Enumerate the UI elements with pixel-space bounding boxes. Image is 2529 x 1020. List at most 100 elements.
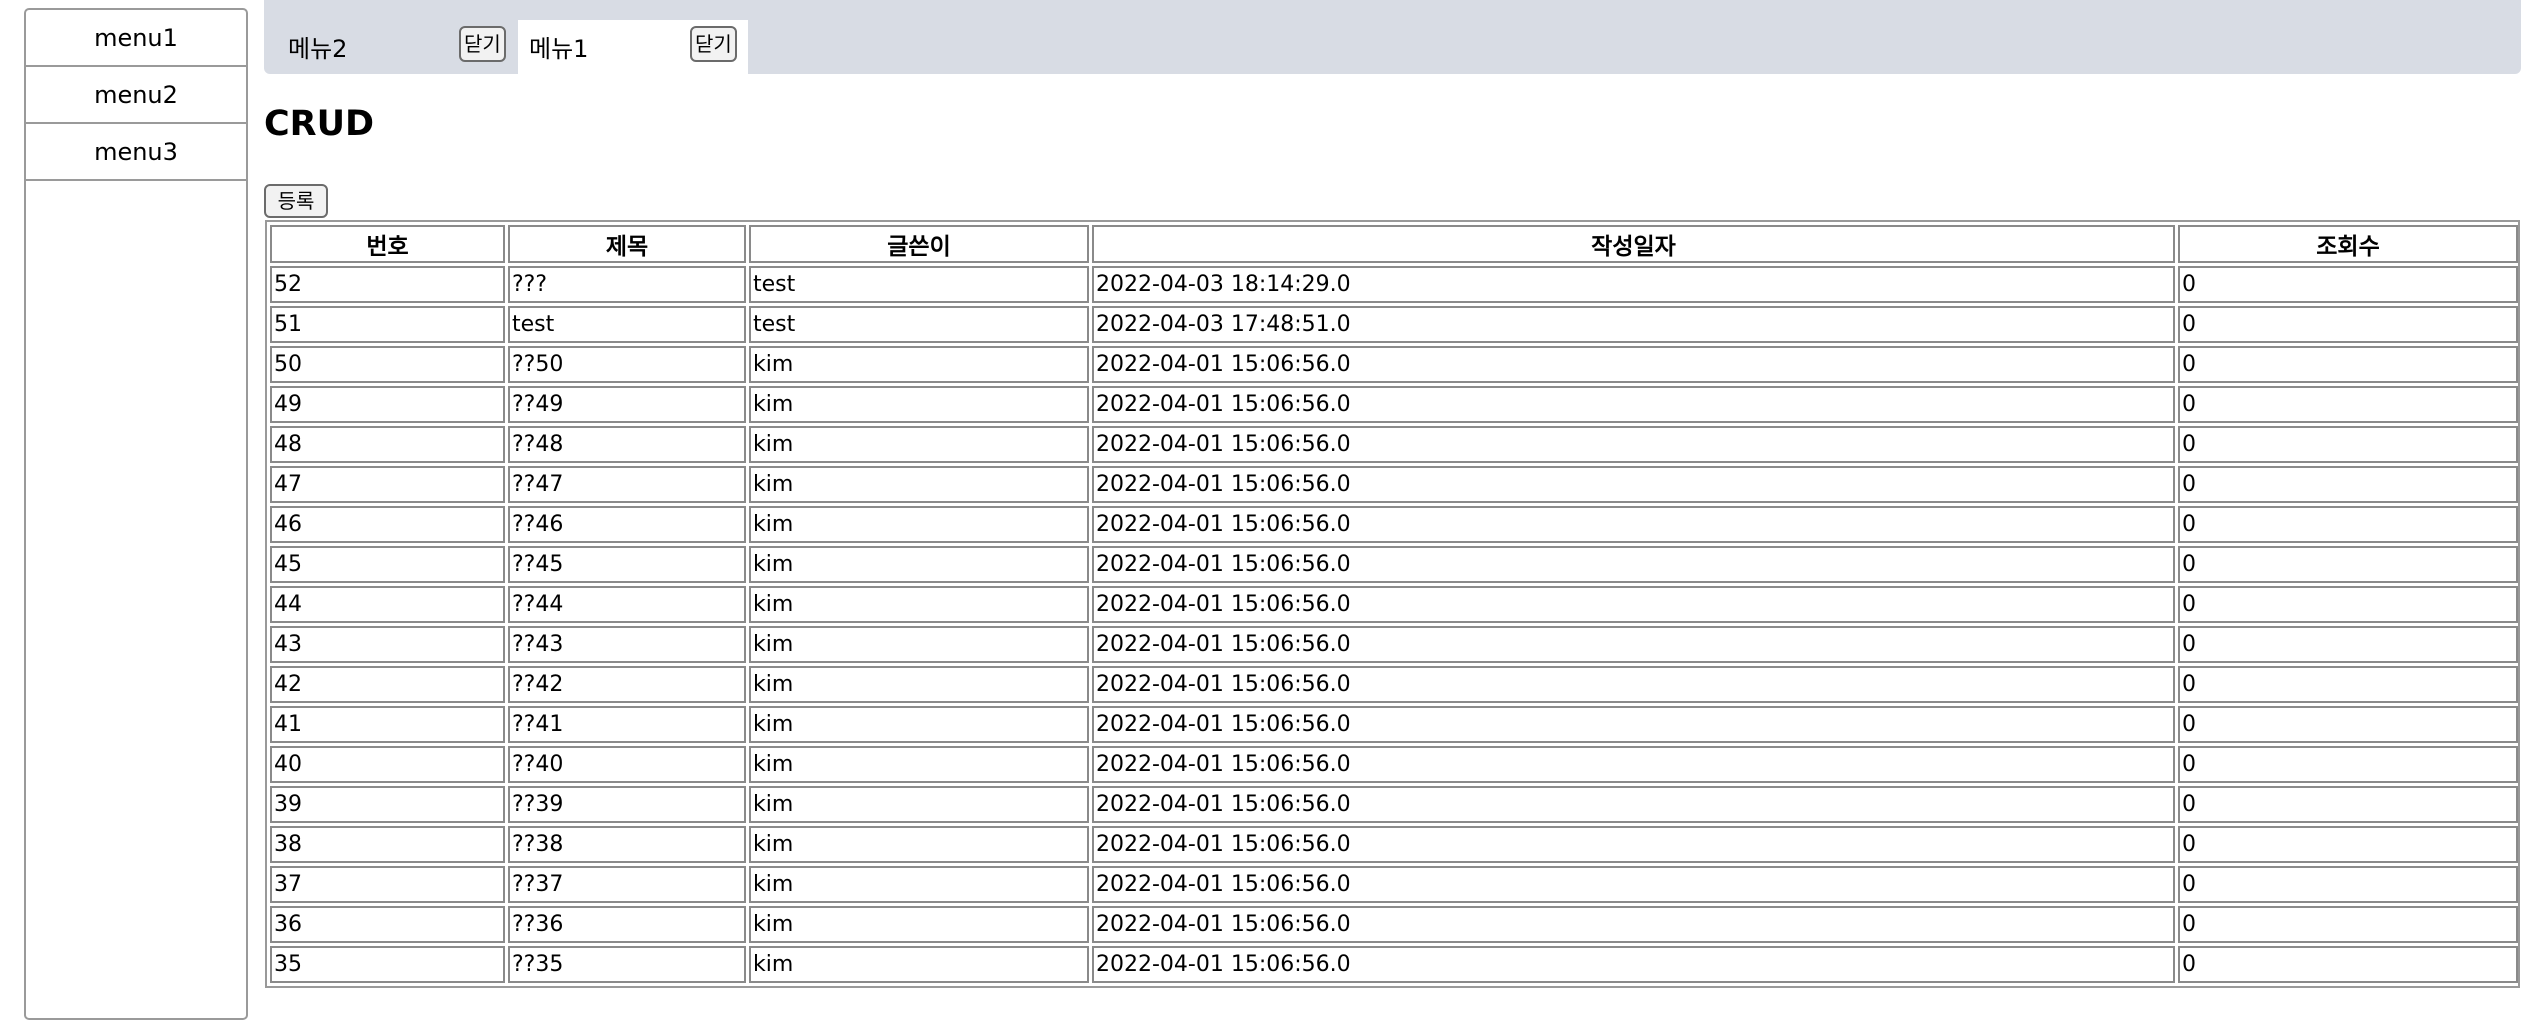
cell-date: 2022-04-01 15:06:56.0 [1092,786,2175,823]
cell-date: 2022-04-03 17:48:51.0 [1092,306,2175,343]
cell-number: 43 [270,626,505,663]
cell-views: 0 [2178,706,2518,743]
table-row[interactable]: 51 test test 2022-04-03 17:48:51.0 0 [270,306,2518,343]
cell-title[interactable]: ??41 [508,706,746,743]
cell-title[interactable]: ??50 [508,346,746,383]
cell-title[interactable]: ??43 [508,626,746,663]
register-button[interactable]: 등록 [264,184,328,218]
cell-date: 2022-04-01 15:06:56.0 [1092,706,2175,743]
cell-title[interactable]: ??40 [508,746,746,783]
table-row[interactable]: 36 ??36 kim 2022-04-01 15:06:56.0 0 [270,906,2518,943]
cell-author: kim [749,866,1089,903]
cell-title[interactable]: ??38 [508,826,746,863]
cell-title[interactable]: ??37 [508,866,746,903]
table-row[interactable]: 45 ??45 kim 2022-04-01 15:06:56.0 0 [270,546,2518,583]
table-header-row: 번호 제목 글쓴이 작성일자 조회수 [270,225,2518,263]
cell-views: 0 [2178,506,2518,543]
cell-number: 36 [270,906,505,943]
board-table: 번호 제목 글쓴이 작성일자 조회수 52??? test 2022-04-03 1… [265,220,2520,988]
tab-close-button[interactable]: 닫기 [690,26,737,62]
column-header-views: 조회수 [2178,225,2518,263]
cell-number: 51 [270,306,505,343]
cell-title[interactable]: ??44 [508,586,746,623]
cell-author: kim [749,786,1089,823]
sidebar-item-label: menu2 [94,80,178,109]
table-row[interactable]: 50 ??50 kim 2022-04-01 15:06:56.0 0 [270,346,2518,383]
cell-title[interactable]: ??36 [508,906,746,943]
cell-title[interactable]: ??39 [508,786,746,823]
cell-author: kim [749,666,1089,703]
cell-title[interactable]: test [508,306,746,343]
cell-author: kim [749,906,1089,943]
table-row[interactable]: 43 ??43 kim 2022-04-01 15:06:56.0 0 [270,626,2518,663]
cell-number: 49 [270,386,505,423]
cell-number: 41 [270,706,505,743]
tab-menu1[interactable]: 메뉴1 닫기 [518,20,748,74]
cell-views: 0 [2178,826,2518,863]
cell-author: kim [749,586,1089,623]
table-row[interactable]: 47 ??47 kim 2022-04-01 15:06:56.0 0 [270,466,2518,503]
sidebar-item-menu2[interactable]: menu2 [26,67,246,124]
cell-number: 48 [270,426,505,463]
cell-title[interactable]: ??45 [508,546,746,583]
column-header-title: 제목 [508,225,746,263]
cell-title[interactable]: ??48 [508,426,746,463]
cell-author: kim [749,826,1089,863]
cell-title[interactable]: ??35 [508,946,746,983]
table-row[interactable]: 52??? test 2022-04-03 18:14:29.0 0 [270,266,2518,303]
cell-date: 2022-04-01 15:06:56.0 [1092,826,2175,863]
cell-title[interactable]: ??47 [508,466,746,503]
cell-date: 2022-04-03 18:14:29.0 [1092,266,2175,303]
cell-date: 2022-04-01 15:06:56.0 [1092,506,2175,543]
page-title: CRUD [264,104,375,144]
cell-title[interactable]: ??42 [508,666,746,703]
cell-number: 40 [270,746,505,783]
cell-date: 2022-04-01 15:06:56.0 [1092,626,2175,663]
table-row[interactable]: 44 ??44 kim 2022-04-01 15:06:56.0 0 [270,586,2518,623]
table-row[interactable]: 38 ??38 kim 2022-04-01 15:06:56.0 0 [270,826,2518,863]
column-header-author: 글쓴이 [749,225,1089,263]
cell-views: 0 [2178,906,2518,943]
cell-title[interactable]: ??49 [508,386,746,423]
column-header-date: 작성일자 [1092,225,2175,263]
tab-bar: 메뉴2 닫기 메뉴1 닫기 [264,0,2521,74]
cell-views: 0 [2178,946,2518,983]
cell-date: 2022-04-01 15:06:56.0 [1092,586,2175,623]
cell-views: 0 [2178,586,2518,623]
cell-number: 50 [270,346,505,383]
cell-date: 2022-04-01 15:06:56.0 [1092,906,2175,943]
table-body: 52??? test 2022-04-03 18:14:29.0 0 51 test tes… [270,266,2518,983]
cell-views: 0 [2178,346,2518,383]
cell-date: 2022-04-01 15:06:56.0 [1092,746,2175,783]
table-row[interactable]: 35 ??35 kim 2022-04-01 15:06:56.0 0 [270,946,2518,983]
table-row[interactable]: 42 ??42 kim 2022-04-01 15:06:56.0 0 [270,666,2518,703]
cell-author: kim [749,466,1089,503]
sidebar-item-menu3[interactable]: menu3 [26,124,246,181]
table-row[interactable]: 48 ??48 kim 2022-04-01 15:06:56.0 0 [270,426,2518,463]
table-row[interactable]: 49 ??49 kim 2022-04-01 15:06:56.0 0 [270,386,2518,423]
cell-title[interactable]: ??46 [508,506,746,543]
cell-views: 0 [2178,746,2518,783]
table-row[interactable]: 46 ??46 kim 2022-04-01 15:06:56.0 0 [270,506,2518,543]
sidebar-item-menu1[interactable]: menu1 [26,10,246,67]
cell-number: 42 [270,666,505,703]
tab-menu2[interactable]: 메뉴2 닫기 [278,20,510,74]
cell-title[interactable]: ??? [508,266,746,303]
cell-author: kim [749,946,1089,983]
cell-views: 0 [2178,866,2518,903]
table-row[interactable]: 41 ??41 kim 2022-04-01 15:06:56.0 0 [270,706,2518,743]
tab-label: 메뉴1 [529,35,589,63]
cell-views: 0 [2178,306,2518,343]
table-row[interactable]: 39 ??39 kim 2022-04-01 15:06:56.0 0 [270,786,2518,823]
cell-author: kim [749,626,1089,663]
tab-close-button[interactable]: 닫기 [459,26,506,62]
cell-number: 52 [270,266,505,303]
cell-views: 0 [2178,466,2518,503]
cell-number: 37 [270,866,505,903]
table-row[interactable]: 37 ??37 kim 2022-04-01 15:06:56.0 0 [270,866,2518,903]
cell-views: 0 [2178,626,2518,663]
cell-author: kim [749,346,1089,383]
cell-views: 0 [2178,666,2518,703]
cell-date: 2022-04-01 15:06:56.0 [1092,866,2175,903]
table-row[interactable]: 40 ??40 kim 2022-04-01 15:06:56.0 0 [270,746,2518,783]
